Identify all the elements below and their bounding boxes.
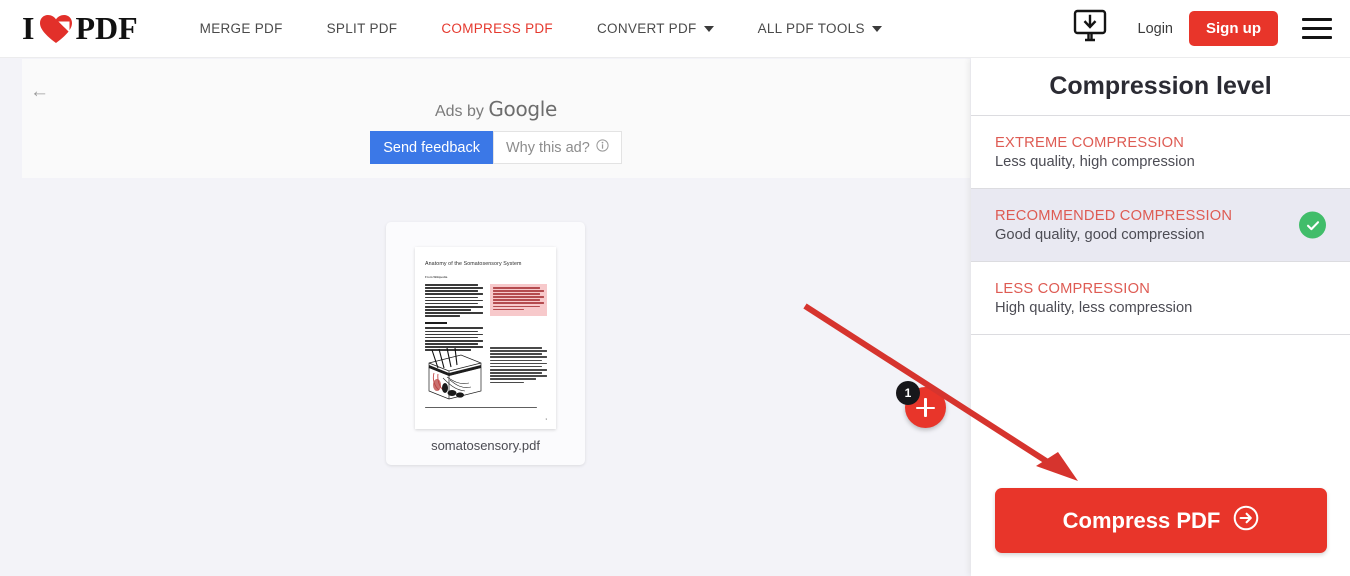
thumbnail-doc-title: Anatomy of the Somatosensory System: [425, 261, 522, 267]
nav-item-all-pdf-tools[interactable]: ALL PDF TOOLS: [736, 21, 904, 36]
google-wordmark: Google: [488, 97, 558, 121]
thumbnail-page-number: 1: [545, 417, 547, 421]
file-count-badge: 1: [896, 381, 920, 405]
arrow-right-circle-icon: [1233, 505, 1259, 537]
desktop-download-icon[interactable]: [1070, 9, 1110, 48]
level-title: LESS COMPRESSION: [995, 281, 1151, 297]
nav-label: ALL PDF TOOLS: [757, 21, 865, 36]
why-this-ad-label: Why this ad?: [505, 139, 590, 156]
compress-pdf-label: Compress PDF: [1062, 507, 1221, 533]
nav-item-convert-pdf[interactable]: CONVERT PDF: [575, 21, 736, 36]
compression-level-panel: Compression level EXTREME COMPRESSION Le…: [971, 58, 1350, 576]
send-feedback-button[interactable]: Send feedback: [370, 131, 493, 164]
site-logo[interactable]: I PDF: [22, 10, 138, 47]
why-this-ad-button[interactable]: Why this ad?: [492, 131, 622, 164]
logo-text-right: PDF: [75, 10, 138, 46]
nav-label: CONVERT PDF: [596, 21, 697, 36]
ilovepdf-compress-page: I PDF MERGE PDF SPLIT PDF COMPRESS PDF C…: [0, 0, 1350, 576]
level-description: Less quality, high compression: [995, 154, 1195, 170]
chevron-down-icon: [871, 25, 882, 32]
logo-text-left: I: [22, 10, 35, 46]
thumbnail-section-heading: [425, 322, 448, 325]
nav-label: SPLIT PDF: [326, 21, 398, 36]
burger-bar: [1302, 18, 1332, 21]
thumbnail-skin-diagram-icon: [425, 347, 485, 402]
level-description: High quality, less compression: [995, 300, 1193, 316]
compression-level-less[interactable]: LESS COMPRESSION High quality, less comp…: [971, 262, 1350, 335]
chevron-down-icon: [703, 25, 714, 32]
signup-button[interactable]: Sign up: [1189, 11, 1278, 46]
compress-pdf-button[interactable]: Compress PDF: [995, 488, 1327, 553]
burger-bar: [1302, 27, 1332, 30]
file-workspace: Anatomy of the Somatosensory System From…: [0, 178, 971, 576]
thumbnail-figure-caption: [490, 347, 547, 385]
ads-by-prefix: Ads by: [434, 103, 489, 120]
compression-level-recommended[interactable]: RECOMMENDED COMPRESSION Good quality, go…: [971, 189, 1350, 262]
pdf-thumbnail: Anatomy of the Somatosensory System From…: [415, 247, 556, 429]
nav-item-split-pdf[interactable]: SPLIT PDF: [305, 21, 420, 36]
check-circle-icon: [1299, 211, 1326, 239]
panel-title: Compression level: [971, 58, 1350, 116]
file-name-label: somatosensory.pdf: [431, 438, 540, 453]
main-nav: MERGE PDF SPLIT PDF COMPRESS PDF CONVERT…: [178, 21, 904, 36]
nav-label: MERGE PDF: [199, 21, 283, 36]
ad-buttons: Send feedback Why this ad?: [22, 131, 970, 164]
level-title: RECOMMENDED COMPRESSION: [995, 208, 1233, 224]
hamburger-menu-icon[interactable]: [1302, 18, 1332, 39]
burger-bar: [1302, 36, 1332, 39]
file-card[interactable]: Anatomy of the Somatosensory System From…: [386, 222, 585, 465]
heart-icon: [39, 14, 73, 44]
nav-item-compress-pdf[interactable]: COMPRESS PDF: [419, 21, 575, 36]
google-ad-banner: ← Ads by Google Send feedback Why this a…: [22, 59, 970, 178]
level-title: EXTREME COMPRESSION: [995, 135, 1185, 151]
compression-level-extreme[interactable]: EXTREME COMPRESSION Less quality, high c…: [971, 116, 1350, 189]
thumbnail-highlight-box: [490, 284, 547, 316]
ads-by-google-label: Ads by Google: [22, 97, 970, 121]
thumbnail-text-column-left: [425, 284, 483, 353]
nav-label: COMPRESS PDF: [441, 21, 553, 36]
level-description: Good quality, good compression: [995, 227, 1205, 243]
login-link[interactable]: Login: [1138, 21, 1173, 37]
nav-item-merge-pdf[interactable]: MERGE PDF: [178, 21, 305, 36]
thumbnail-footnote: [425, 407, 547, 410]
header-actions: Login Sign up: [1070, 9, 1350, 48]
site-header: I PDF MERGE PDF SPLIT PDF COMPRESS PDF C…: [0, 0, 1350, 58]
thumbnail-doc-author: From Wikipedia: [425, 275, 448, 279]
info-circle-icon: [596, 139, 609, 156]
